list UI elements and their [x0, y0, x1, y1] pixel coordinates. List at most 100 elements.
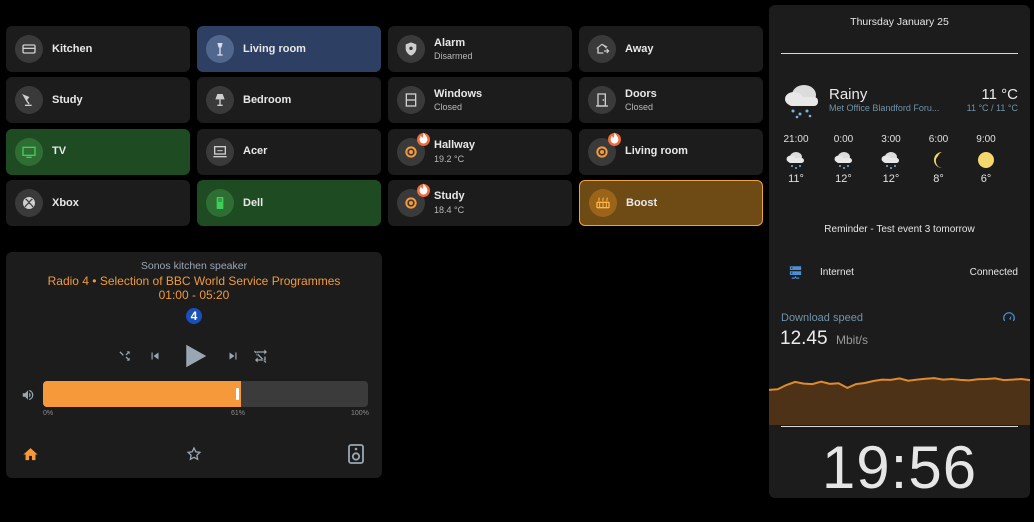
tile-study[interactable]: Study 18.4 °C [388, 179, 572, 226]
forecast-item: 3:00 12° [871, 134, 911, 185]
tile-study[interactable]: Study [6, 77, 190, 124]
tile-living-room[interactable]: Living room [579, 128, 763, 175]
tile-bedroom[interactable]: Bedroom [197, 77, 381, 124]
xbox-icon [15, 188, 43, 217]
computer-icon [206, 137, 234, 166]
channel-logo-text: 4 [190, 309, 198, 323]
tile-name: Living room [243, 42, 306, 55]
tile-state: 19.2 °C [434, 153, 465, 164]
volume-slider-thumb[interactable] [236, 388, 240, 400]
forecast-temp: 12° [835, 173, 852, 185]
tile-state: Closed [434, 102, 463, 113]
forecast-item: 9:00 6° [966, 134, 1006, 185]
clock: 19:56 [821, 434, 978, 498]
play-icon[interactable] [180, 340, 210, 372]
thermostat-icon [588, 132, 621, 166]
divider [781, 53, 1018, 54]
volume-value-label: 61% [231, 410, 246, 417]
forecast-item: 0:00 12° [824, 134, 864, 185]
tile-name: TV [52, 145, 67, 158]
forecast-temp: 11° [788, 173, 804, 185]
volume-slider-fill [43, 381, 242, 407]
tile-name: Living room [625, 145, 688, 158]
tile-name: Alarm [434, 36, 466, 49]
home-icon[interactable] [22, 446, 39, 463]
tile-away[interactable]: Away [579, 26, 763, 72]
tile-hallway[interactable]: Hallway 19.2 °C [388, 128, 572, 175]
repeat-off-icon[interactable] [253, 348, 269, 364]
window-icon [397, 86, 425, 115]
download-speed-number: 12.45 [780, 328, 828, 349]
floor-lamp-icon [206, 35, 234, 63]
tile-dell[interactable]: Dell [197, 179, 381, 226]
forecast-temp: 8° [933, 173, 944, 185]
divider [781, 426, 1018, 427]
volume-slider[interactable] [43, 381, 368, 407]
tile-name: Doors [625, 87, 657, 100]
forecast-time: 3:00 [881, 134, 901, 145]
media-player-card: Sonos kitchen speaker Radio 4 • Selectio… [6, 252, 382, 478]
sun-icon [978, 152, 994, 168]
tile-name: Study [52, 93, 83, 106]
tile-alarm[interactable]: Alarm Disarmed [388, 26, 572, 72]
download-speed-area [769, 378, 1030, 425]
tile-kitchen[interactable]: Kitchen [6, 26, 190, 72]
home-export-icon [588, 35, 616, 63]
channel-logo-icon: 4 [186, 308, 202, 324]
download-speed-graph [769, 377, 1030, 425]
date-label: Thursday January 25 [850, 16, 949, 28]
rain-icon [786, 152, 804, 169]
tile-state: Disarmed [434, 51, 473, 62]
tile-boost[interactable]: Boost [579, 179, 763, 226]
tile-name: Kitchen [52, 42, 93, 55]
tile-name: Study [434, 190, 465, 203]
volume-max-label: 100% [351, 410, 369, 417]
shuffle-icon[interactable] [118, 349, 132, 363]
weather-condition: Rainy [829, 86, 868, 103]
forecast-temp: 6° [980, 173, 992, 185]
heating-flame-icon [417, 183, 430, 197]
sidebar-panel: Thursday January 25 Rainy Met Office Bla… [769, 5, 1030, 498]
internet-label: Internet [820, 267, 854, 278]
forecast-temp: 12° [882, 173, 900, 185]
volume-icon[interactable] [20, 388, 36, 402]
download-speed-unit: Mbit/s [836, 333, 869, 347]
download-speed-label: Download speed [781, 312, 863, 324]
volume-min-label: 0% [43, 410, 54, 417]
tile-xbox[interactable]: Xbox [6, 179, 190, 226]
tile-state: Closed [625, 102, 654, 113]
desk-lamp-icon [15, 86, 43, 115]
tile-name: Dell [243, 196, 264, 209]
tile-name: Windows [434, 87, 483, 100]
weather-temp-range: 11 °C / 11 °C [966, 103, 1018, 113]
moon-icon [933, 152, 942, 168]
tile-doors[interactable]: Doors Closed [579, 77, 763, 124]
tile-windows[interactable]: Windows Closed [388, 77, 572, 124]
tile-living-room[interactable]: Living room [197, 26, 381, 72]
tile-tv[interactable]: TV [6, 128, 190, 175]
speedometer-icon [1003, 312, 1015, 322]
next-track-icon[interactable] [226, 349, 240, 363]
heating-flame-icon [417, 132, 430, 146]
speaker-icon[interactable] [348, 444, 364, 464]
rain-icon [881, 152, 899, 169]
kitchen-icon [15, 35, 43, 63]
rain-icon [834, 152, 852, 169]
tile-acer[interactable]: Acer [197, 128, 381, 175]
tile-name: Xbox [52, 196, 79, 209]
forecast-time: 6:00 [928, 134, 949, 145]
forecast-time: 9:00 [976, 134, 996, 145]
star-outline-icon[interactable] [186, 446, 202, 462]
door-icon [588, 86, 616, 115]
forecast-time: 0:00 [833, 134, 854, 145]
server-network-icon [789, 266, 802, 279]
radiator-icon [589, 188, 617, 217]
forecast-item: 21:00 11° [776, 134, 816, 185]
forecast-item: 6:00 8° [919, 134, 959, 185]
internet-status: Connected [969, 267, 1018, 278]
desktop-tower-icon [206, 188, 234, 217]
media-title: Radio 4 • Selection of BBC World Service… [47, 274, 341, 302]
tile-name: Acer [243, 145, 268, 158]
forecast-time: 21:00 [783, 134, 809, 145]
previous-track-icon[interactable] [148, 349, 162, 363]
